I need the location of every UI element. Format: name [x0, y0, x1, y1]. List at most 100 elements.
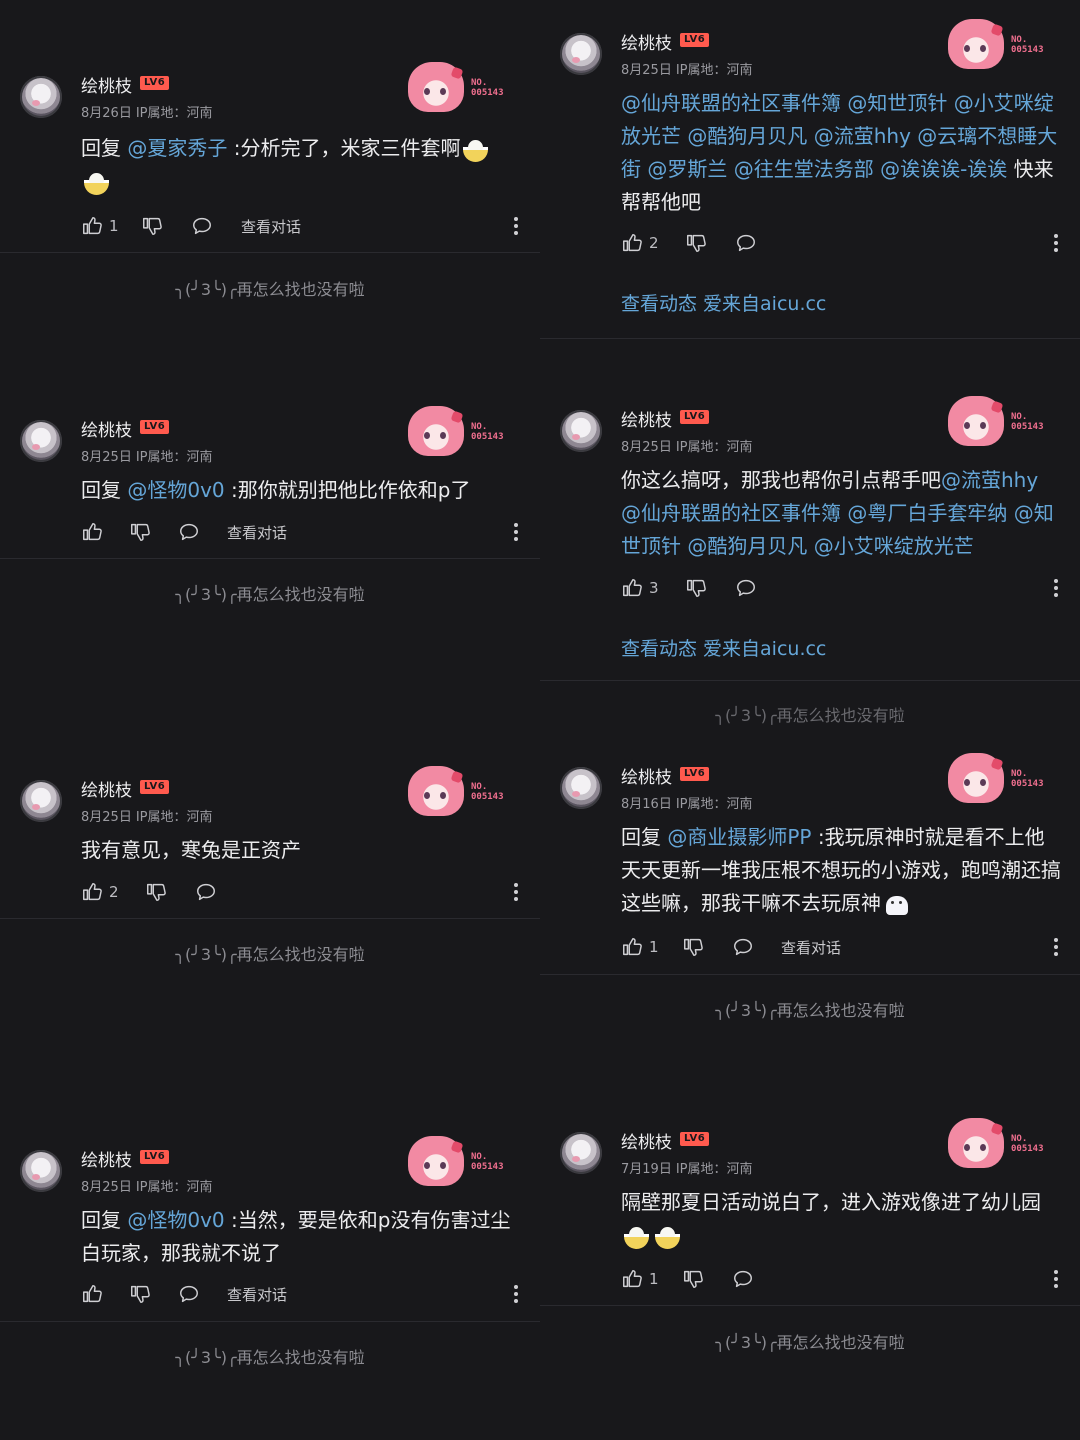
like-button[interactable]: 3 — [621, 576, 659, 600]
badge-no: NO. — [471, 782, 488, 792]
reply-button[interactable] — [735, 576, 757, 600]
like-button[interactable]: 2 — [81, 880, 119, 904]
like-count: 2 — [649, 234, 659, 252]
like-button[interactable]: 1 — [621, 1267, 659, 1291]
username[interactable]: 绘桃枝 — [621, 406, 672, 431]
anime-girl-icon — [948, 19, 1004, 69]
ip-location: IP属地：河南 — [135, 1180, 213, 1195]
ip-location: IP属地：河南 — [675, 440, 753, 455]
footer-link[interactable]: 查看动态 爱来自aicu.cc — [621, 289, 826, 316]
badge-no: NO. — [1011, 769, 1028, 779]
dislike-button[interactable] — [141, 214, 163, 238]
reply-button[interactable] — [195, 880, 217, 904]
comment-meta: 8月25日 IP属地：河南 — [621, 59, 753, 78]
view-dialog-link[interactable]: 查看对话 — [227, 520, 287, 544]
comment-meta: 8月25日 IP属地：河南 — [621, 436, 753, 455]
username[interactable]: 绘桃枝 — [621, 29, 672, 54]
comment-actions: 1 — [621, 1267, 1061, 1291]
like-button[interactable]: 1 — [81, 214, 119, 238]
like-button[interactable]: 1 — [621, 935, 659, 959]
username[interactable]: 绘桃枝 — [621, 1128, 672, 1153]
footer-link[interactable]: 查看动态 爱来自aicu.cc — [621, 634, 826, 661]
divider — [0, 558, 540, 559]
mention-link[interactable]: @仙舟联盟的社区事件簿 @知世顶针 @小艾咪绽放光芒 @酷狗月贝凡 @流萤hhy… — [621, 91, 1057, 181]
more-icon[interactable] — [1052, 576, 1060, 600]
avatar[interactable] — [560, 767, 602, 809]
like-button[interactable] — [81, 520, 109, 544]
dislike-button[interactable] — [685, 231, 707, 255]
thumbs-up-icon — [621, 936, 643, 958]
dislike-button[interactable] — [685, 576, 707, 600]
comment-actions: 1 查看对话 — [81, 214, 521, 238]
reply-button[interactable] — [178, 520, 200, 544]
thumbs-down-icon — [141, 215, 163, 237]
more-icon[interactable] — [512, 1282, 520, 1306]
divider — [0, 918, 540, 919]
like-button[interactable]: 2 — [621, 231, 659, 255]
username[interactable]: 绘桃枝 — [81, 72, 132, 97]
dislike-button[interactable] — [129, 520, 151, 544]
more-icon[interactable] — [1052, 935, 1060, 959]
username[interactable]: 绘桃枝 — [621, 763, 672, 788]
mention-link[interactable]: @商业摄影师PP — [667, 825, 811, 849]
reply-button[interactable] — [732, 935, 754, 959]
level-badge: LV6 — [680, 767, 710, 781]
comment-meta: 8月25日 IP属地：河南 — [81, 1176, 213, 1195]
view-dialog-link[interactable]: 查看对话 — [781, 935, 841, 959]
end-note: ╮(╯3╰)╭再怎么找也没有啦 — [175, 280, 365, 299]
badge-number: 005143 — [1011, 422, 1044, 432]
level-badge: LV6 — [140, 420, 170, 434]
more-icon[interactable] — [512, 520, 520, 544]
badge-number: 005143 — [1011, 779, 1044, 789]
fan-badge: NO. 005143 — [408, 1136, 520, 1192]
reply-button[interactable] — [735, 231, 757, 255]
comment-date: 8月25日 — [81, 810, 132, 825]
fan-badge: NO. 005143 — [408, 62, 520, 118]
avatar[interactable] — [20, 420, 62, 462]
divider — [540, 338, 1080, 339]
avatar[interactable] — [20, 1150, 62, 1192]
anime-girl-icon — [948, 753, 1004, 803]
badge-number: 005143 — [471, 792, 504, 802]
reply-button[interactable] — [178, 1282, 200, 1306]
reply-button[interactable] — [191, 214, 213, 238]
more-icon[interactable] — [512, 880, 520, 904]
avatar[interactable] — [20, 76, 62, 118]
badge-no: NO. — [1011, 412, 1028, 422]
username[interactable]: 绘桃枝 — [81, 1146, 132, 1171]
badge-number: 005143 — [471, 88, 504, 98]
dislike-button[interactable] — [682, 935, 704, 959]
like-button[interactable] — [81, 1282, 109, 1306]
comment-icon — [735, 577, 757, 599]
mention-link[interactable]: @怪物0v0 — [127, 1208, 224, 1232]
thumbs-down-icon — [682, 1268, 704, 1290]
ip-location: IP属地：河南 — [135, 810, 213, 825]
dislike-button[interactable] — [145, 880, 167, 904]
username[interactable]: 绘桃枝 — [81, 776, 132, 801]
more-icon[interactable] — [1052, 231, 1060, 255]
anime-girl-icon — [948, 396, 1004, 446]
anime-girl-icon — [408, 766, 464, 816]
anime-girl-icon — [948, 1118, 1004, 1168]
avatar[interactable] — [20, 780, 62, 822]
mention-link[interactable]: @夏家秀子 — [127, 136, 227, 160]
comment-text-segment: 回复 — [81, 136, 128, 160]
comment-actions: 查看对话 — [81, 1282, 521, 1306]
avatar[interactable] — [560, 1132, 602, 1174]
avatar[interactable] — [560, 33, 602, 75]
view-dialog-link[interactable]: 查看对话 — [241, 214, 301, 238]
view-dialog-link[interactable]: 查看对话 — [227, 1282, 287, 1306]
badge-no: NO. — [471, 422, 488, 432]
comment-icon — [178, 521, 200, 543]
reply-button[interactable] — [732, 1267, 754, 1291]
dislike-button[interactable] — [129, 1282, 151, 1306]
end-note: ╮(╯3╰)╭再怎么找也没有啦 — [175, 945, 365, 964]
avatar[interactable] — [560, 410, 602, 452]
more-icon[interactable] — [512, 214, 520, 238]
mention-link[interactable]: @怪物0v0 — [127, 478, 224, 502]
username[interactable]: 绘桃枝 — [81, 416, 132, 441]
comment-text: @仙舟联盟的社区事件簿 @知世顶针 @小艾咪绽放光芒 @酷狗月贝凡 @流萤hhy… — [621, 87, 1061, 219]
more-icon[interactable] — [1052, 1267, 1060, 1291]
dislike-button[interactable] — [682, 1267, 704, 1291]
anime-girl-icon — [408, 62, 464, 112]
